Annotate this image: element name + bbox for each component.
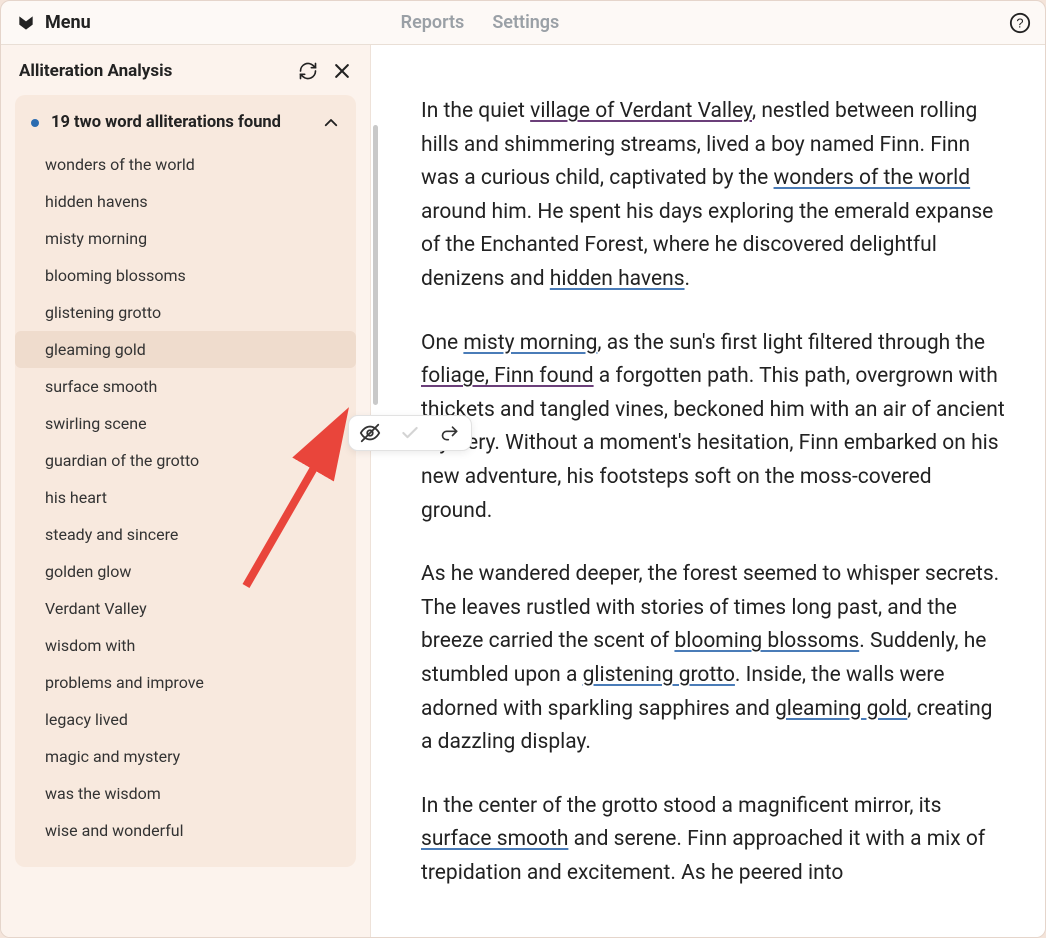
redo-arrow-icon[interactable] [439,422,461,444]
app-window: Menu Reports Settings ? Alliteration Ana… [0,0,1046,938]
paragraph: One misty morning, as the sun's first li… [421,327,1005,529]
list-item[interactable]: swirling scene [15,405,356,442]
tab-reports[interactable]: Reports [401,12,465,33]
list-item[interactable]: blooming blossoms [15,257,356,294]
inline-toolbar [348,415,472,451]
results-section: 19 two word alliterations found wonders … [15,95,356,867]
tab-settings[interactable]: Settings [492,12,559,33]
list-item[interactable]: steady and sincere [15,516,356,553]
list-item[interactable]: Verdant Valley [15,590,356,627]
list-item[interactable]: glistening grotto [15,294,356,331]
list-item[interactable]: surface smooth [15,368,356,405]
list-item[interactable]: magic and mystery [15,738,356,775]
section-dot-icon [31,119,39,127]
section-title: 19 two word alliterations found [51,113,322,132]
chevron-up-icon[interactable] [322,114,340,132]
help-icon[interactable]: ? [1009,12,1031,34]
list-item[interactable]: was the wisdom [15,775,356,812]
highlighted-phrase[interactable]: wonders of the world [774,166,971,190]
section-header[interactable]: 19 two word alliterations found [15,107,356,146]
check-icon[interactable] [399,422,421,444]
menu-button[interactable]: Menu [45,12,91,33]
list-item[interactable]: legacy lived [15,701,356,738]
paragraph: In the quiet village of Verdant Valley, … [421,95,1005,297]
hide-icon[interactable] [359,422,381,444]
highlighted-phrase[interactable]: glistening grotto [583,663,735,687]
panel-title: Alliteration Analysis [19,61,172,81]
list-item[interactable]: guardian of the grotto [15,442,356,479]
list-item[interactable]: wise and wonderful [15,812,356,849]
highlighted-phrase[interactable]: gleaming gold [775,697,907,721]
list-item[interactable]: wonders of the world [15,146,356,183]
tab-bar: Reports Settings [401,12,560,33]
list-item[interactable]: gleaming gold [15,331,356,368]
top-bar: Menu Reports Settings ? [1,1,1045,45]
document-text: In the quiet village of Verdant Valley, … [381,45,1045,938]
highlighted-phrase[interactable]: surface smooth [421,827,568,851]
content-area: In the quiet village of Verdant Valley, … [371,45,1045,938]
paragraph: As he wandered deeper, the forest seemed… [421,558,1005,760]
body: Alliteration Analysis 19 two word allite… [1,45,1045,938]
highlighted-phrase[interactable]: blooming blossoms [674,629,859,653]
paragraph: In the center of the grotto stood a magn… [421,790,1005,891]
highlighted-phrase[interactable]: misty morning [463,331,597,355]
list-item[interactable]: hidden havens [15,183,356,220]
list-item[interactable]: golden glow [15,553,356,590]
close-icon[interactable] [332,61,352,81]
svg-text:?: ? [1016,15,1023,30]
list-item[interactable]: wisdom with [15,627,356,664]
app-logo-icon [15,12,37,34]
list-item[interactable]: his heart [15,479,356,516]
highlighted-phrase[interactable]: village of Verdant Valley [530,99,752,123]
result-list: wonders of the worldhidden havensmisty m… [15,146,356,849]
refresh-icon[interactable] [298,61,318,81]
list-item[interactable]: misty morning [15,220,356,257]
highlighted-phrase[interactable]: hidden havens [550,267,685,291]
highlighted-phrase[interactable]: foliage, Finn found [421,364,594,388]
sidebar: Alliteration Analysis 19 two word allite… [1,45,371,938]
panel-header: Alliteration Analysis [1,45,370,95]
scrollbar[interactable] [373,125,378,405]
list-item[interactable]: problems and improve [15,664,356,701]
